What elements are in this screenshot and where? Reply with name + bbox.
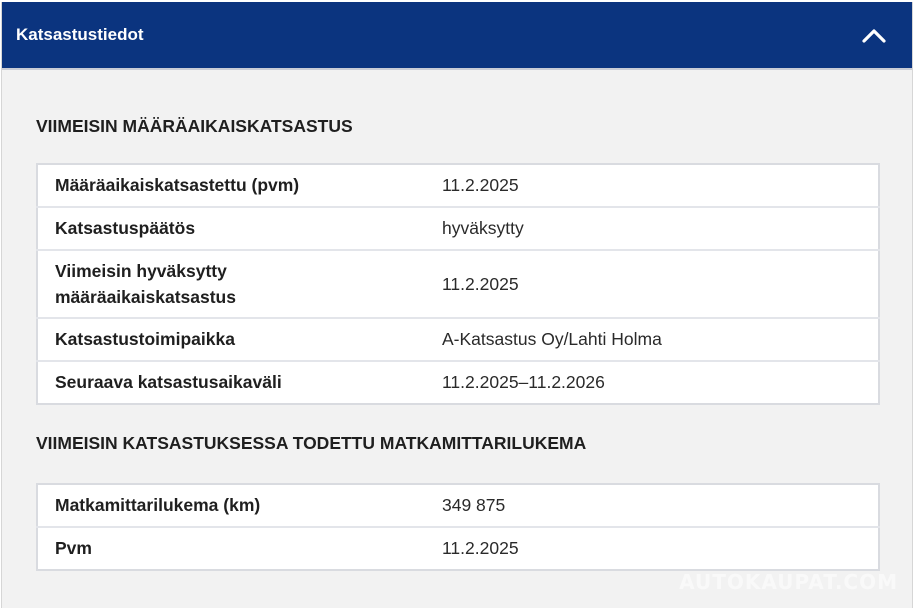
- row-label: Viimeisin hyväksytty määräaikaiskatsastu…: [37, 249, 425, 318]
- table-row: Viimeisin hyväksytty määräaikaiskatsastu…: [37, 249, 879, 318]
- row-label: Matkamittarilukema (km): [55, 495, 261, 515]
- row-label: Katsastustoimipaikka: [37, 317, 425, 361]
- section-heading-inspection: VIIMEISIN MÄÄRÄAIKAISKATSASTUS: [36, 116, 353, 136]
- collapse-button[interactable]: [860, 21, 888, 49]
- inspection-table: Määräaikaiskatsastettu (pvm) 11.2.2025 K…: [36, 163, 880, 405]
- row-label: Määräaikaiskatsastettu (pvm): [55, 175, 300, 195]
- row-value: 11.2.2025: [442, 175, 519, 195]
- row-label: Pvm: [37, 526, 425, 570]
- row-label: Seuraava katsastusaikaväli: [37, 360, 425, 404]
- row-value: A-Katsastus Oy/Lahti Holma: [425, 317, 879, 361]
- table-row: Katsastustoimipaikka A-Katsastus Oy/Laht…: [37, 317, 879, 361]
- chevron-up-icon: [862, 29, 886, 43]
- row-label: Katsastuspäätös: [37, 206, 425, 250]
- row-value: 11.2.2025–11.2.2026: [425, 360, 879, 404]
- table-row: Määräaikaiskatsastettu (pvm) 11.2.2025: [37, 164, 879, 207]
- row-value: 349 875: [442, 495, 506, 515]
- table-row: Seuraava katsastusaikaväli 11.2.2025–11.…: [37, 360, 879, 404]
- odometer-table: Matkamittarilukema (km) 349 875 Pvm 11.2…: [36, 483, 880, 571]
- watermark: AUTOKAUPAT.COM: [679, 570, 898, 594]
- panel-body: VIIMEISIN MÄÄRÄAIKAISKATSASTUS Määräaika…: [2, 70, 912, 571]
- inspection-panel: Katsastustiedot VIIMEISIN MÄÄRÄAIKAISKAT…: [1, 2, 913, 608]
- panel-header[interactable]: Katsastustiedot: [2, 2, 912, 70]
- row-value: hyväksytty: [425, 206, 879, 250]
- panel-title: Katsastustiedot: [16, 25, 144, 44]
- table-row: Pvm 11.2.2025: [37, 526, 879, 570]
- row-value: 11.2.2025: [425, 249, 879, 318]
- table-row: Katsastuspäätös hyväksytty: [37, 206, 879, 250]
- section-heading-odometer: VIIMEISIN KATSASTUKSESSA TODETTU MATKAMI…: [36, 433, 587, 453]
- table-row: Matkamittarilukema (km) 349 875: [37, 484, 879, 527]
- row-value: 11.2.2025: [425, 526, 879, 570]
